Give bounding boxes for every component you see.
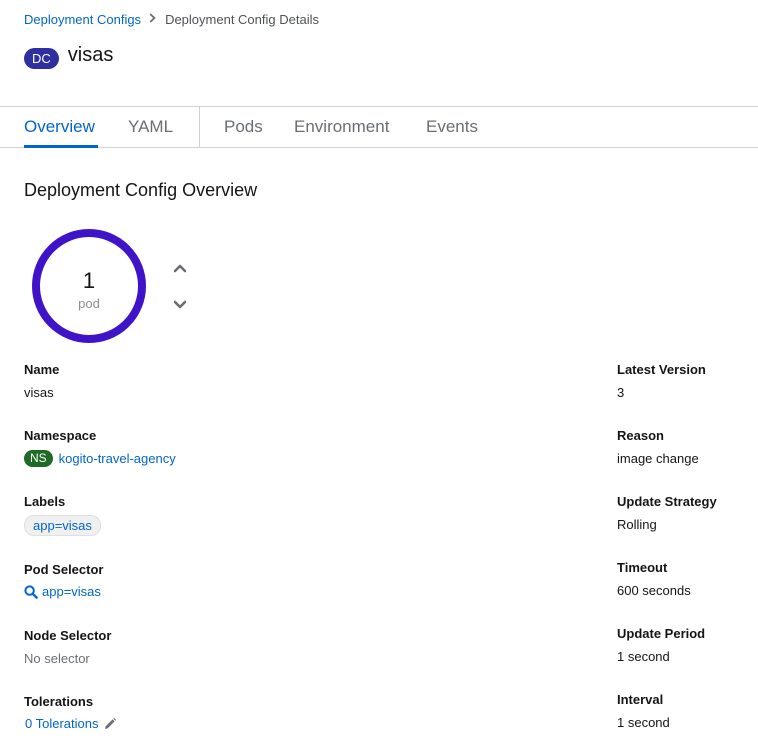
reason-label: Reason: [617, 428, 664, 443]
scale-down-button[interactable]: [172, 298, 188, 312]
breadcrumb-current: Deployment Config Details: [165, 12, 319, 27]
timeout-label: Timeout: [617, 560, 668, 575]
tab-divider: [199, 107, 200, 148]
tolerations-value: 0 Tolerations: [25, 716, 99, 731]
pod-selector-label: Pod Selector: [24, 562, 104, 577]
interval-value: 1 second: [617, 715, 670, 730]
tab-events[interactable]: Events: [426, 117, 478, 137]
latest-version-value: 3: [617, 385, 625, 400]
name-label: Name: [24, 362, 60, 377]
interval-label: Interval: [617, 692, 664, 707]
namespace-link[interactable]: kogito-travel-agency: [59, 451, 176, 466]
namespace-badge: NS: [24, 450, 53, 467]
timeout-value: 600 seconds: [617, 583, 691, 598]
tolerations-edit-link[interactable]: 0 Tolerations: [25, 716, 117, 731]
page-header: DC visas: [24, 42, 113, 69]
pod-selector-value: app=visas: [42, 584, 101, 599]
tab-bar: Overview YAML Pods Environment Events: [0, 106, 758, 148]
pencil-icon: [105, 717, 117, 729]
chevron-up-icon: [173, 264, 187, 273]
labels-label: Labels: [24, 494, 66, 509]
chevron-down-icon: [173, 300, 187, 309]
resource-kind-badge: DC: [24, 48, 59, 69]
active-tab-indicator: [24, 145, 98, 148]
tab-pods[interactable]: Pods: [224, 117, 263, 137]
breadcrumb-deployment-configs-link[interactable]: Deployment Configs: [24, 12, 141, 27]
node-selector-label: Node Selector: [24, 628, 112, 643]
chevron-right-icon: [149, 13, 156, 26]
pod-count: 1: [82, 268, 96, 293]
scale-up-button[interactable]: [172, 261, 188, 275]
pod-count-label: pod: [78, 296, 100, 311]
pod-selector-link[interactable]: app=visas: [24, 584, 101, 599]
update-strategy-value: Rolling: [617, 517, 657, 532]
search-icon: [24, 584, 38, 599]
latest-version-label: Latest Version: [617, 362, 706, 377]
namespace-value: NS kogito-travel-agency: [24, 450, 176, 467]
section-title: Deployment Config Overview: [24, 180, 258, 200]
update-period-value: 1 second: [617, 649, 670, 664]
tolerations-label: Tolerations: [24, 694, 94, 709]
name-value: visas: [24, 385, 54, 400]
breadcrumb: Deployment Configs Deployment Config Det…: [24, 12, 319, 27]
tab-environment[interactable]: Environment: [294, 117, 389, 137]
namespace-label: Namespace: [24, 428, 97, 443]
update-period-label: Update Period: [617, 626, 706, 641]
update-strategy-label: Update Strategy: [617, 494, 717, 509]
tab-yaml[interactable]: YAML: [128, 117, 173, 137]
label-chip[interactable]: app=visas: [24, 515, 101, 536]
tab-overview[interactable]: Overview: [24, 117, 95, 137]
node-selector-value: No selector: [24, 651, 90, 666]
page-title: visas: [67, 44, 114, 66]
reason-value: image change: [617, 451, 699, 466]
